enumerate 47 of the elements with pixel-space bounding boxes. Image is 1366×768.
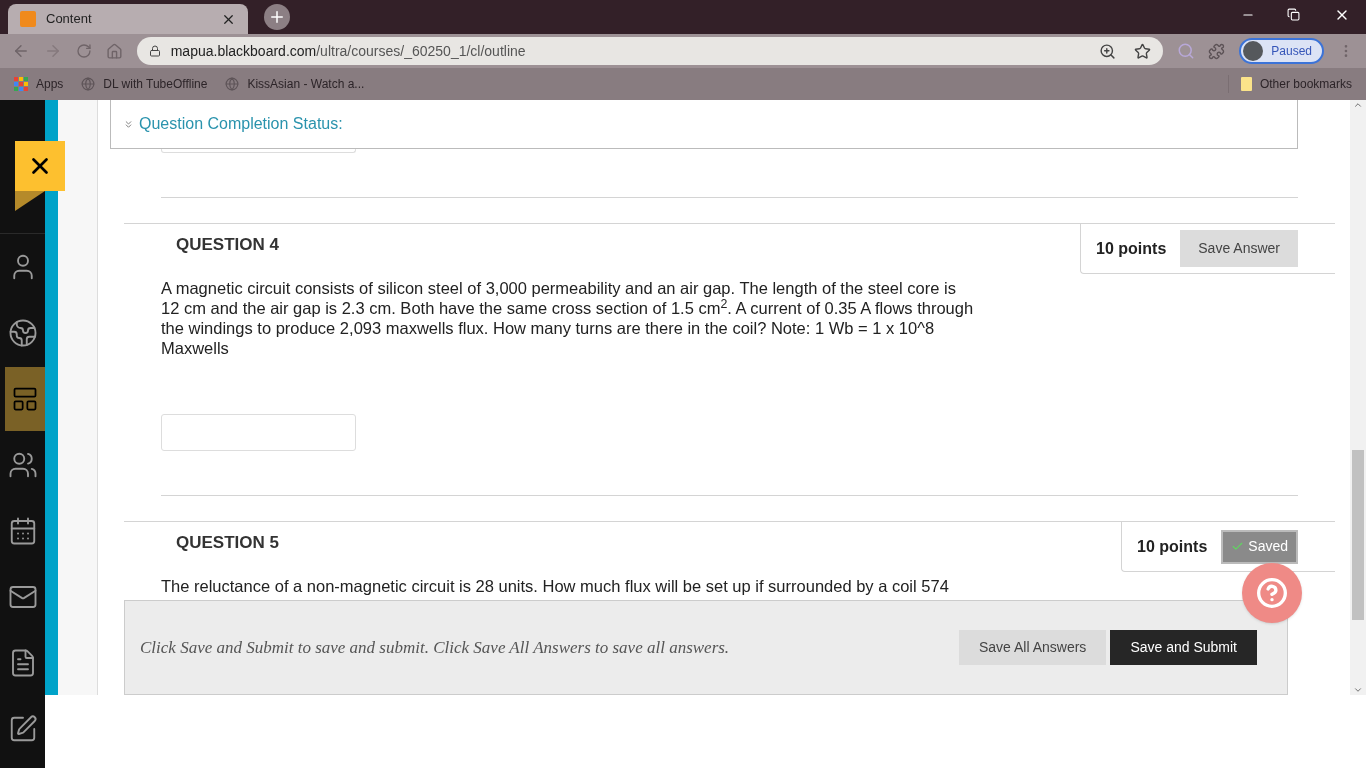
star-icon[interactable] xyxy=(1133,42,1151,60)
plus-icon xyxy=(268,8,286,26)
bookmark-link[interactable]: KissAsian - Watch a... xyxy=(225,75,365,93)
saved-status[interactable]: Saved xyxy=(1221,529,1298,564)
profile-button[interactable]: Paused xyxy=(1239,38,1325,64)
question-text: The reluctance of a non-magnetic circuit is 28 units. How much flux will be set up if surrounded by a coil 574 xyxy=(161,576,950,596)
answer-field[interactable] xyxy=(161,149,356,153)
scrollbar[interactable] xyxy=(1350,100,1366,695)
help-icon xyxy=(1256,577,1288,609)
chevrons-icon xyxy=(123,118,134,130)
save-answer-button[interactable]: Save Answer xyxy=(1180,230,1298,267)
bookmark-link[interactable]: DL with TubeOffline xyxy=(81,75,208,93)
globe-icon xyxy=(225,77,240,91)
puzzle-icon[interactable] xyxy=(1208,42,1226,60)
people-icon xyxy=(7,450,38,480)
question-title: QUESTION 4 xyxy=(176,234,280,256)
zoom-icon[interactable] xyxy=(1098,42,1116,60)
question-text: A magnetic circuit consists of silicon steel of 3,000 permeability and an air gap. The length of the steel core is 12 cm and the air gap is 2.3 cm. Both have the same cross section of 1.5 cm$^{2}$. A current of 0.35 A flows through the windings to produce 2,093 maxwells flux. How many turns are there in the coil? Note: 1 Wb = 1 x 10^8 Maxwells xyxy=(161,278,975,358)
points-label: 10 points xyxy=(1096,238,1167,259)
avatar xyxy=(1243,41,1264,61)
courses-icon xyxy=(11,385,39,413)
browser-tab[interactable]: Content xyxy=(8,4,248,34)
save-all-answers-button[interactable]: Save All Answers xyxy=(959,630,1107,665)
question-title: QUESTION 5 xyxy=(176,532,280,554)
points-label: 10 points xyxy=(1137,536,1208,557)
globe-icon xyxy=(7,318,38,348)
answer-field[interactable] xyxy=(161,414,356,451)
save-and-submit-button[interactable]: Save and Submit xyxy=(1110,630,1257,665)
url-text: mapua.blackboard.com/ultra/courses/_60250_1/cl/outline xyxy=(170,41,527,61)
apps-grid-icon xyxy=(14,77,28,91)
check-icon xyxy=(1231,540,1245,553)
sidebar-item[interactable] xyxy=(5,367,45,431)
scroll-up-icon[interactable] xyxy=(1353,100,1363,110)
lock-icon xyxy=(148,45,161,57)
new-tab-button[interactable] xyxy=(264,4,290,30)
instruction-text: Click Save and Submit to save and submit. Click Save All Answers to save all answers. xyxy=(140,636,731,659)
restore-icon[interactable] xyxy=(1287,8,1300,21)
tab-title: Content xyxy=(46,10,93,29)
other-bookmarks-link[interactable]: Other bookmarks xyxy=(1227,75,1352,93)
bookmark-link[interactable]: Apps xyxy=(14,75,64,93)
globe-icon xyxy=(81,77,96,91)
scrollbar-thumb[interactable] xyxy=(1352,450,1364,620)
status-header[interactable]: Question Completion Status: xyxy=(110,100,1298,149)
address-bar[interactable]: mapua.blackboard.com/ultra/courses/_60250_1/cl/outline xyxy=(136,37,1163,65)
scroll-down-icon[interactable] xyxy=(1353,685,1363,695)
close-button[interactable] xyxy=(15,141,65,191)
folder-icon xyxy=(1240,77,1252,91)
